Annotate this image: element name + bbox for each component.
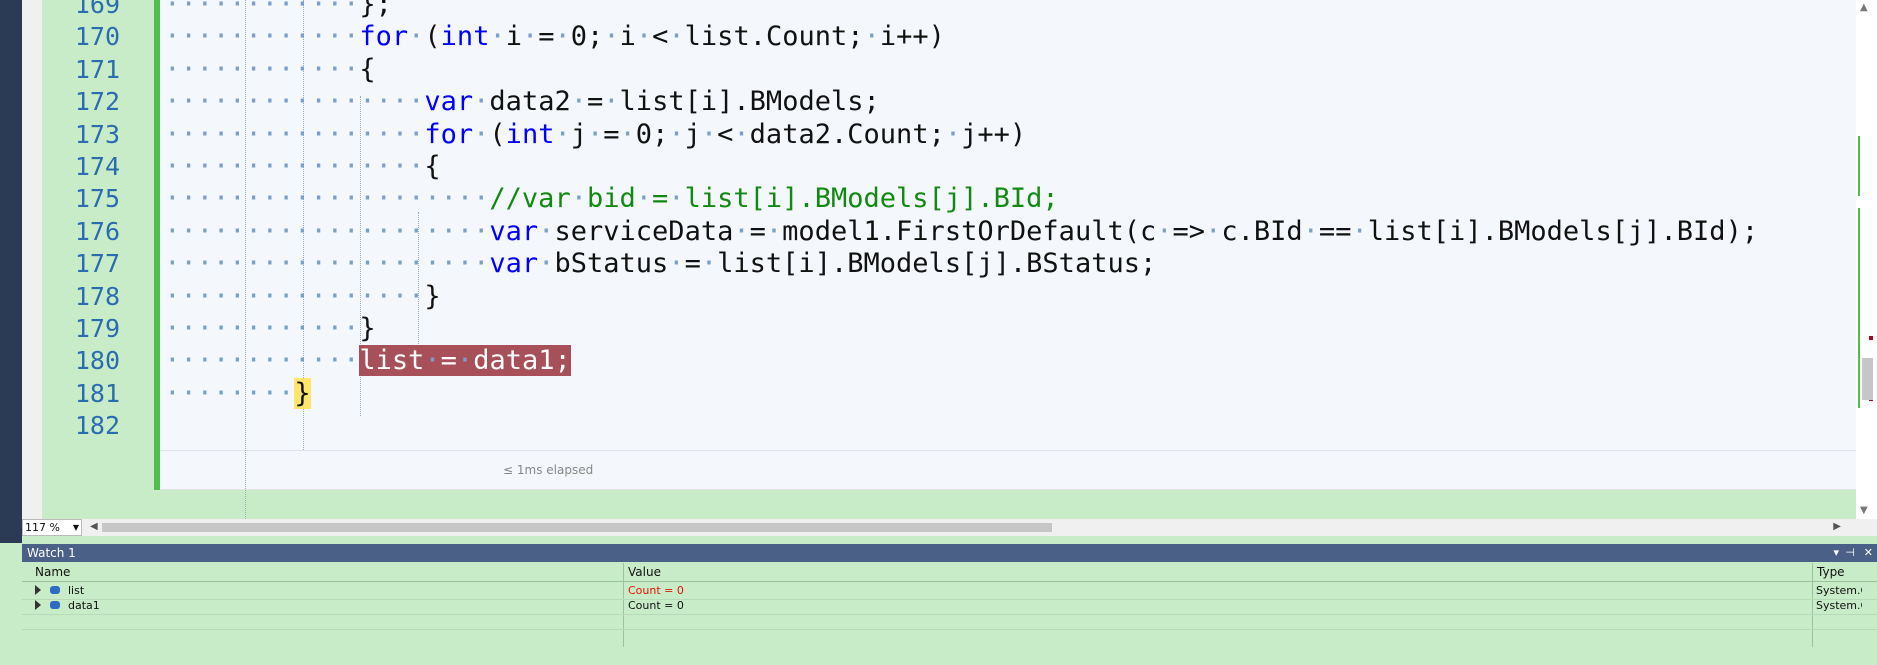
whitespace-dots: ····················· [160, 183, 490, 215]
keyword-token: for [424, 118, 474, 150]
whitespace-dots: ········· [160, 377, 295, 409]
watch-window: Watch 1 ▾ ⊣ ✕ Name Value Type list Count … [22, 544, 1877, 665]
whitespace-dots: ····················· [160, 215, 490, 247]
close-icon[interactable]: ✕ [1864, 544, 1873, 562]
whitespace-dots: ····················· [160, 248, 490, 280]
whitespace-dots: ············· [160, 53, 360, 85]
watch-header-row: Name Value Type [22, 563, 1877, 582]
matching-brace: } [294, 377, 311, 409]
code-token: ·( [408, 21, 441, 53]
perf-tip-elapsed[interactable]: ≤ 1ms elapsed [503, 463, 593, 477]
overview-change-mark [1858, 208, 1860, 408]
code-token: ·data2·=·list[i].BModels; [473, 86, 880, 118]
window-dropdown-icon[interactable]: ▾ [1833, 544, 1839, 562]
comment-token: //var·bid·=·list[i].BModels[j].BId; [489, 183, 1059, 215]
code-token: ·j·=·0;·j·<·data2.Count;·j++) [554, 118, 1027, 150]
breakpoint-statement: list·=·data1; [359, 345, 571, 377]
object-icon [50, 586, 60, 594]
zoom-select[interactable]: 117 % ▼ [22, 519, 82, 536]
code-token: } [359, 313, 376, 344]
column-header-name[interactable]: Name [30, 563, 70, 581]
keyword-token: for [359, 21, 409, 53]
code-token: ·( [473, 118, 506, 150]
keyword-token: int [505, 118, 555, 150]
code-token: ·bStatus·=·list[i].BModels[j].BStatus; [538, 248, 1157, 280]
line-number: 182 [74, 411, 120, 441]
line-number-gutter: 169 170 171 172 173 174 175 176 177 178 179 180 181 1… [42, 0, 154, 523]
whitespace-dots: ············· [160, 0, 360, 20]
scroll-up-icon[interactable]: ▲ [1860, 2, 1868, 13]
scroll-left-icon[interactable]: ◀ [90, 521, 98, 532]
code-line[interactable] [160, 407, 1856, 445]
whitespace-dots: ············· [160, 345, 360, 377]
code-token: ·i·=·0;·i·<·list.Count;·i++) [489, 21, 945, 53]
code-editor[interactable]: ·············}; ·············for·(int·i·=… [160, 0, 1856, 523]
current-line-highlight [160, 450, 1856, 490]
keyword-token: int [440, 21, 490, 53]
scroll-down-icon[interactable]: ▼ [1860, 505, 1868, 516]
vertical-scroll-thumb[interactable] [1862, 358, 1873, 400]
whitespace-dots: ············· [160, 313, 360, 344]
code-token: } [424, 280, 441, 312]
column-header-value[interactable]: Value [623, 563, 661, 581]
whitespace-dots: ················· [160, 151, 425, 182]
whitespace-dots: ············· [160, 21, 360, 53]
window-left-edge [0, 0, 22, 543]
expand-icon[interactable] [35, 585, 41, 595]
whitespace-dots: ················· [160, 118, 425, 150]
code-token: }; [359, 0, 392, 20]
keyword-token: var [424, 86, 474, 118]
scroll-right-icon[interactable]: ▶ [1833, 521, 1841, 532]
keyword-token: var [489, 248, 539, 280]
overview-change-mark [1858, 136, 1860, 196]
vertical-scrollbar[interactable]: ▲ ▼ [1856, 0, 1877, 523]
whitespace-dots: ················· [160, 86, 425, 118]
zoom-value: 117 % [25, 521, 60, 534]
pin-icon[interactable]: ⊣ [1845, 544, 1855, 562]
editor-bottom-bar: 117 % ▼ ◀ ▶ [22, 519, 1877, 536]
expand-icon[interactable] [35, 600, 41, 610]
watch-title-bar: Watch 1 ▾ ⊣ ✕ [22, 544, 1877, 562]
overview-breakpoint-mark [1869, 336, 1873, 340]
column-header-type[interactable]: Type [1812, 563, 1845, 581]
object-icon [50, 601, 60, 609]
code-token: { [424, 151, 441, 182]
watch-title: Watch 1 [27, 546, 76, 560]
code-token: { [359, 53, 376, 85]
code-token: ·serviceData·=·model1.FirstOrDefault(c·=… [538, 215, 1759, 247]
whitespace-dots: ················· [160, 280, 425, 312]
chevron-down-icon: ▼ [72, 523, 79, 532]
keyword-token: var [489, 215, 539, 247]
horizontal-scroll-thumb[interactable] [102, 523, 1052, 532]
watch-row-empty[interactable] [22, 612, 1877, 630]
glyph-margin[interactable] [22, 0, 63, 523]
